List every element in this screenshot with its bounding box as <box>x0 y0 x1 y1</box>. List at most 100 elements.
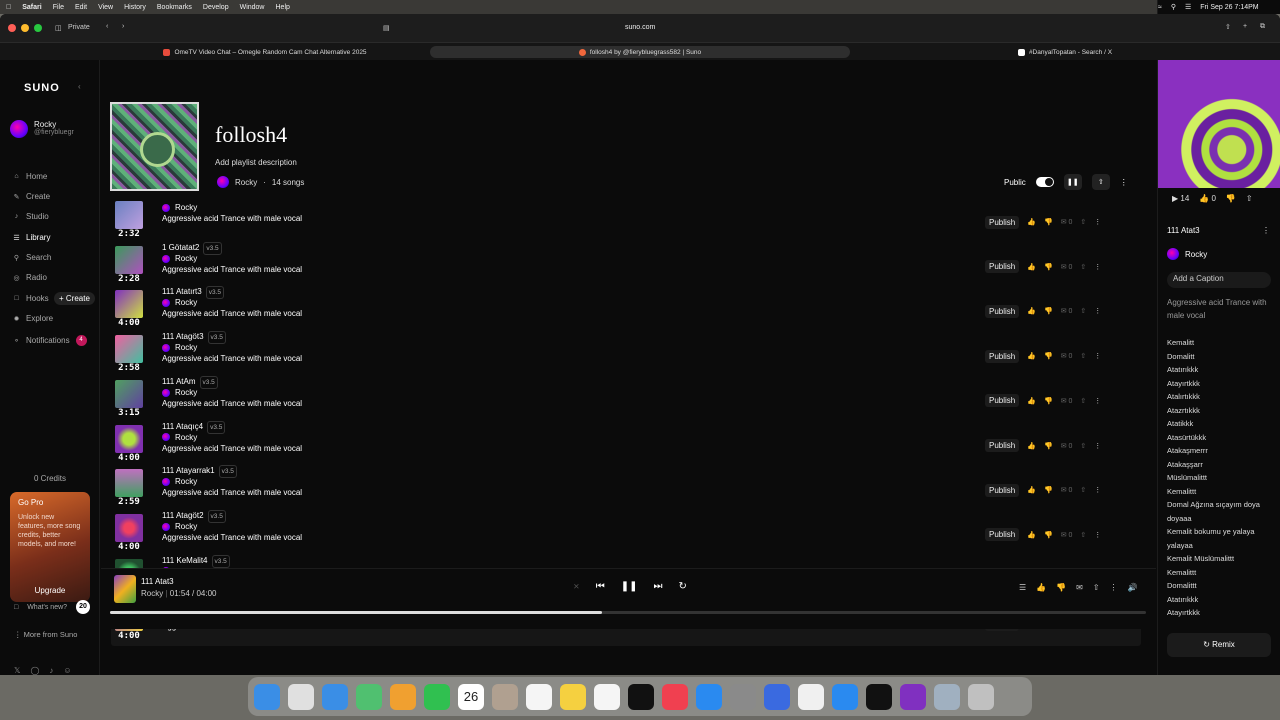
dock-contacts-icon[interactable] <box>492 683 518 710</box>
comment-icon[interactable]: ✉ 0 <box>1061 486 1073 494</box>
dock-appstore-icon[interactable] <box>696 683 722 710</box>
song-thumbnail[interactable] <box>115 424 143 453</box>
comment-icon[interactable]: ✉ 0 <box>1061 531 1073 539</box>
song-title[interactable]: 111 AtAm <box>162 377 196 386</box>
table-row[interactable]: 2:58 111 Atagöt3 v3.5 Rocky Aggressive ac… <box>111 331 1141 378</box>
whats-new-link[interactable]: □ What's new? 20 <box>14 600 90 614</box>
comment-icon[interactable]: ✉ 0 <box>1061 397 1073 405</box>
dock-reminders-icon[interactable] <box>526 683 552 710</box>
sidebar-item-create[interactable]: ✎ Create <box>13 192 50 201</box>
page-menu-icon[interactable]: ▤ <box>383 24 390 32</box>
sidebar-item-library[interactable]: ☰ Library <box>13 233 50 242</box>
volume-icon[interactable]: 🔊 <box>1128 583 1138 592</box>
publish-button[interactable]: Publish <box>985 394 1020 408</box>
sidebar-item-home[interactable]: ⌂ Home <box>13 172 47 181</box>
song-thumbnail[interactable] <box>115 513 143 542</box>
pause-icon[interactable]: ❚❚ <box>621 581 638 592</box>
play-playlist-button[interactable]: ❚❚ <box>1063 174 1082 190</box>
comment-icon[interactable]: ✉ 0 <box>1061 263 1073 271</box>
song-artist[interactable]: Rocky <box>175 298 197 307</box>
publish-button[interactable]: Publish <box>985 260 1020 274</box>
more-icon[interactable]: ⋮ <box>1110 583 1118 592</box>
table-row[interactable]: 4:00 111 Atatırt3 v3.5 Rocky Aggressive a… <box>111 286 1141 333</box>
more-icon[interactable]: ⋮ <box>1094 486 1101 494</box>
tab-suno[interactable]: follosh4 by @fierybluegrass582 | Suno <box>430 46 850 58</box>
upgrade-button[interactable]: Upgrade <box>10 586 90 595</box>
dock-trash-icon[interactable] <box>968 683 994 710</box>
like-icon[interactable]: 👍 <box>1027 218 1036 226</box>
menu-develop[interactable]: Develop <box>203 4 229 11</box>
song-thumbnail[interactable] <box>115 290 143 319</box>
collapse-sidebar-icon[interactable]: ‹ <box>78 82 81 91</box>
share-icon[interactable]: ⇧ <box>1080 263 1086 271</box>
share-icon[interactable]: ⇧ <box>1080 442 1086 450</box>
share-icon[interactable]: ⇧ <box>1246 194 1253 203</box>
publish-button[interactable]: Publish <box>985 349 1020 363</box>
song-title[interactable]: 111 Atagöt2 <box>162 511 204 520</box>
owner-name[interactable]: Rocky <box>235 178 257 187</box>
tiktok-icon[interactable]: ♪ <box>49 666 53 675</box>
song-artist[interactable]: Rocky <box>175 522 197 531</box>
dock-iphone-mirroring-icon[interactable] <box>764 683 790 710</box>
share-icon[interactable]: ⇧ <box>1080 531 1086 539</box>
dock-calendar-icon[interactable]: 26 <box>458 683 484 710</box>
public-toggle[interactable] <box>1035 177 1054 187</box>
dock-notes-icon[interactable] <box>560 683 586 710</box>
publish-button[interactable]: Publish <box>985 483 1020 497</box>
playlist-description[interactable]: Add playlist description <box>215 158 297 167</box>
sidebar-item-hooks[interactable]: □ Hooks <box>13 294 48 303</box>
more-options-icon[interactable]: ⋮ <box>1120 178 1128 187</box>
next-icon[interactable]: ⏭ <box>653 581 662 592</box>
table-row[interactable]: 2:59 111 Atayarrak1 v3.5 Rocky Aggressive… <box>111 465 1141 512</box>
dock-mail-icon[interactable] <box>322 683 348 710</box>
dock-news-icon[interactable] <box>662 683 688 710</box>
song-title[interactable]: 111 Atayarrak1 <box>162 466 215 475</box>
menu-edit[interactable]: Edit <box>75 4 87 11</box>
dock-finder-icon[interactable] <box>254 683 280 710</box>
menu-window[interactable]: Window <box>240 4 265 11</box>
dock-photos-icon[interactable] <box>390 683 416 710</box>
menu-app-name[interactable]: Safari <box>22 4 41 11</box>
x-icon[interactable]: 𝕏 <box>14 666 20 675</box>
add-caption-field[interactable]: Add a Caption <box>1167 272 1271 288</box>
dislike-icon[interactable]: 👎 <box>1044 307 1053 315</box>
discord-icon[interactable]: ☺ <box>63 666 71 675</box>
dock-freeform-icon[interactable] <box>594 683 620 710</box>
dock-maps-icon[interactable] <box>356 683 382 710</box>
likes-count[interactable]: 👍 0 <box>1199 194 1216 203</box>
song-artist[interactable]: Rocky <box>175 254 197 263</box>
like-icon[interactable]: 👍 <box>1027 397 1036 405</box>
more-icon[interactable]: ⋮ <box>1094 263 1101 271</box>
comment-icon[interactable]: ✉ 0 <box>1061 352 1073 360</box>
details-artist[interactable]: Rocky <box>1167 248 1207 260</box>
publish-button[interactable]: Publish <box>985 304 1020 318</box>
details-more-icon[interactable]: ⋮ <box>1262 226 1270 235</box>
table-row[interactable]: 2:32 Rocky Aggressive acid Trance with m… <box>111 200 1141 244</box>
more-icon[interactable]: ⋮ <box>1094 307 1101 315</box>
more-icon[interactable]: ⋮ <box>1094 531 1101 539</box>
dock-chatgpt-icon[interactable] <box>866 683 892 710</box>
close-window-button[interactable] <box>8 24 16 32</box>
like-icon[interactable]: 👍 <box>1027 442 1036 450</box>
more-from-suno-link[interactable]: ⋮ More from Suno <box>14 630 77 639</box>
dislike-icon[interactable]: 👎 <box>1044 486 1053 494</box>
more-icon[interactable]: ⋮ <box>1094 442 1101 450</box>
song-title[interactable]: 1 Götatat2 <box>162 243 199 252</box>
comment-icon[interactable]: ✉ 0 <box>1061 218 1073 226</box>
more-icon[interactable]: ⋮ <box>1094 352 1101 360</box>
new-tab-icon[interactable]: + <box>1243 23 1247 30</box>
share-icon[interactable]: ⇧ <box>1080 307 1086 315</box>
song-title[interactable]: 111 KeMalit4 <box>162 556 208 565</box>
menu-history[interactable]: History <box>124 4 146 11</box>
share-playlist-button[interactable]: ⇧ <box>1091 174 1110 190</box>
song-artist[interactable]: Rocky <box>175 477 197 486</box>
zoom-window-button[interactable] <box>34 24 42 32</box>
dock-chrome-icon[interactable] <box>798 683 824 710</box>
table-row[interactable]: 4:00 111 Ataqıç4 v3.5 Rocky Aggressive ac… <box>111 420 1141 468</box>
share-icon[interactable]: ⇧ <box>1093 583 1100 592</box>
dislike-icon[interactable]: 👎 <box>1044 218 1053 226</box>
song-thumbnail[interactable] <box>115 245 143 274</box>
playback-progress[interactable] <box>110 611 1146 614</box>
instagram-icon[interactable]: ◯ <box>30 666 39 675</box>
now-playing-artist[interactable]: Rocky <box>141 589 163 598</box>
